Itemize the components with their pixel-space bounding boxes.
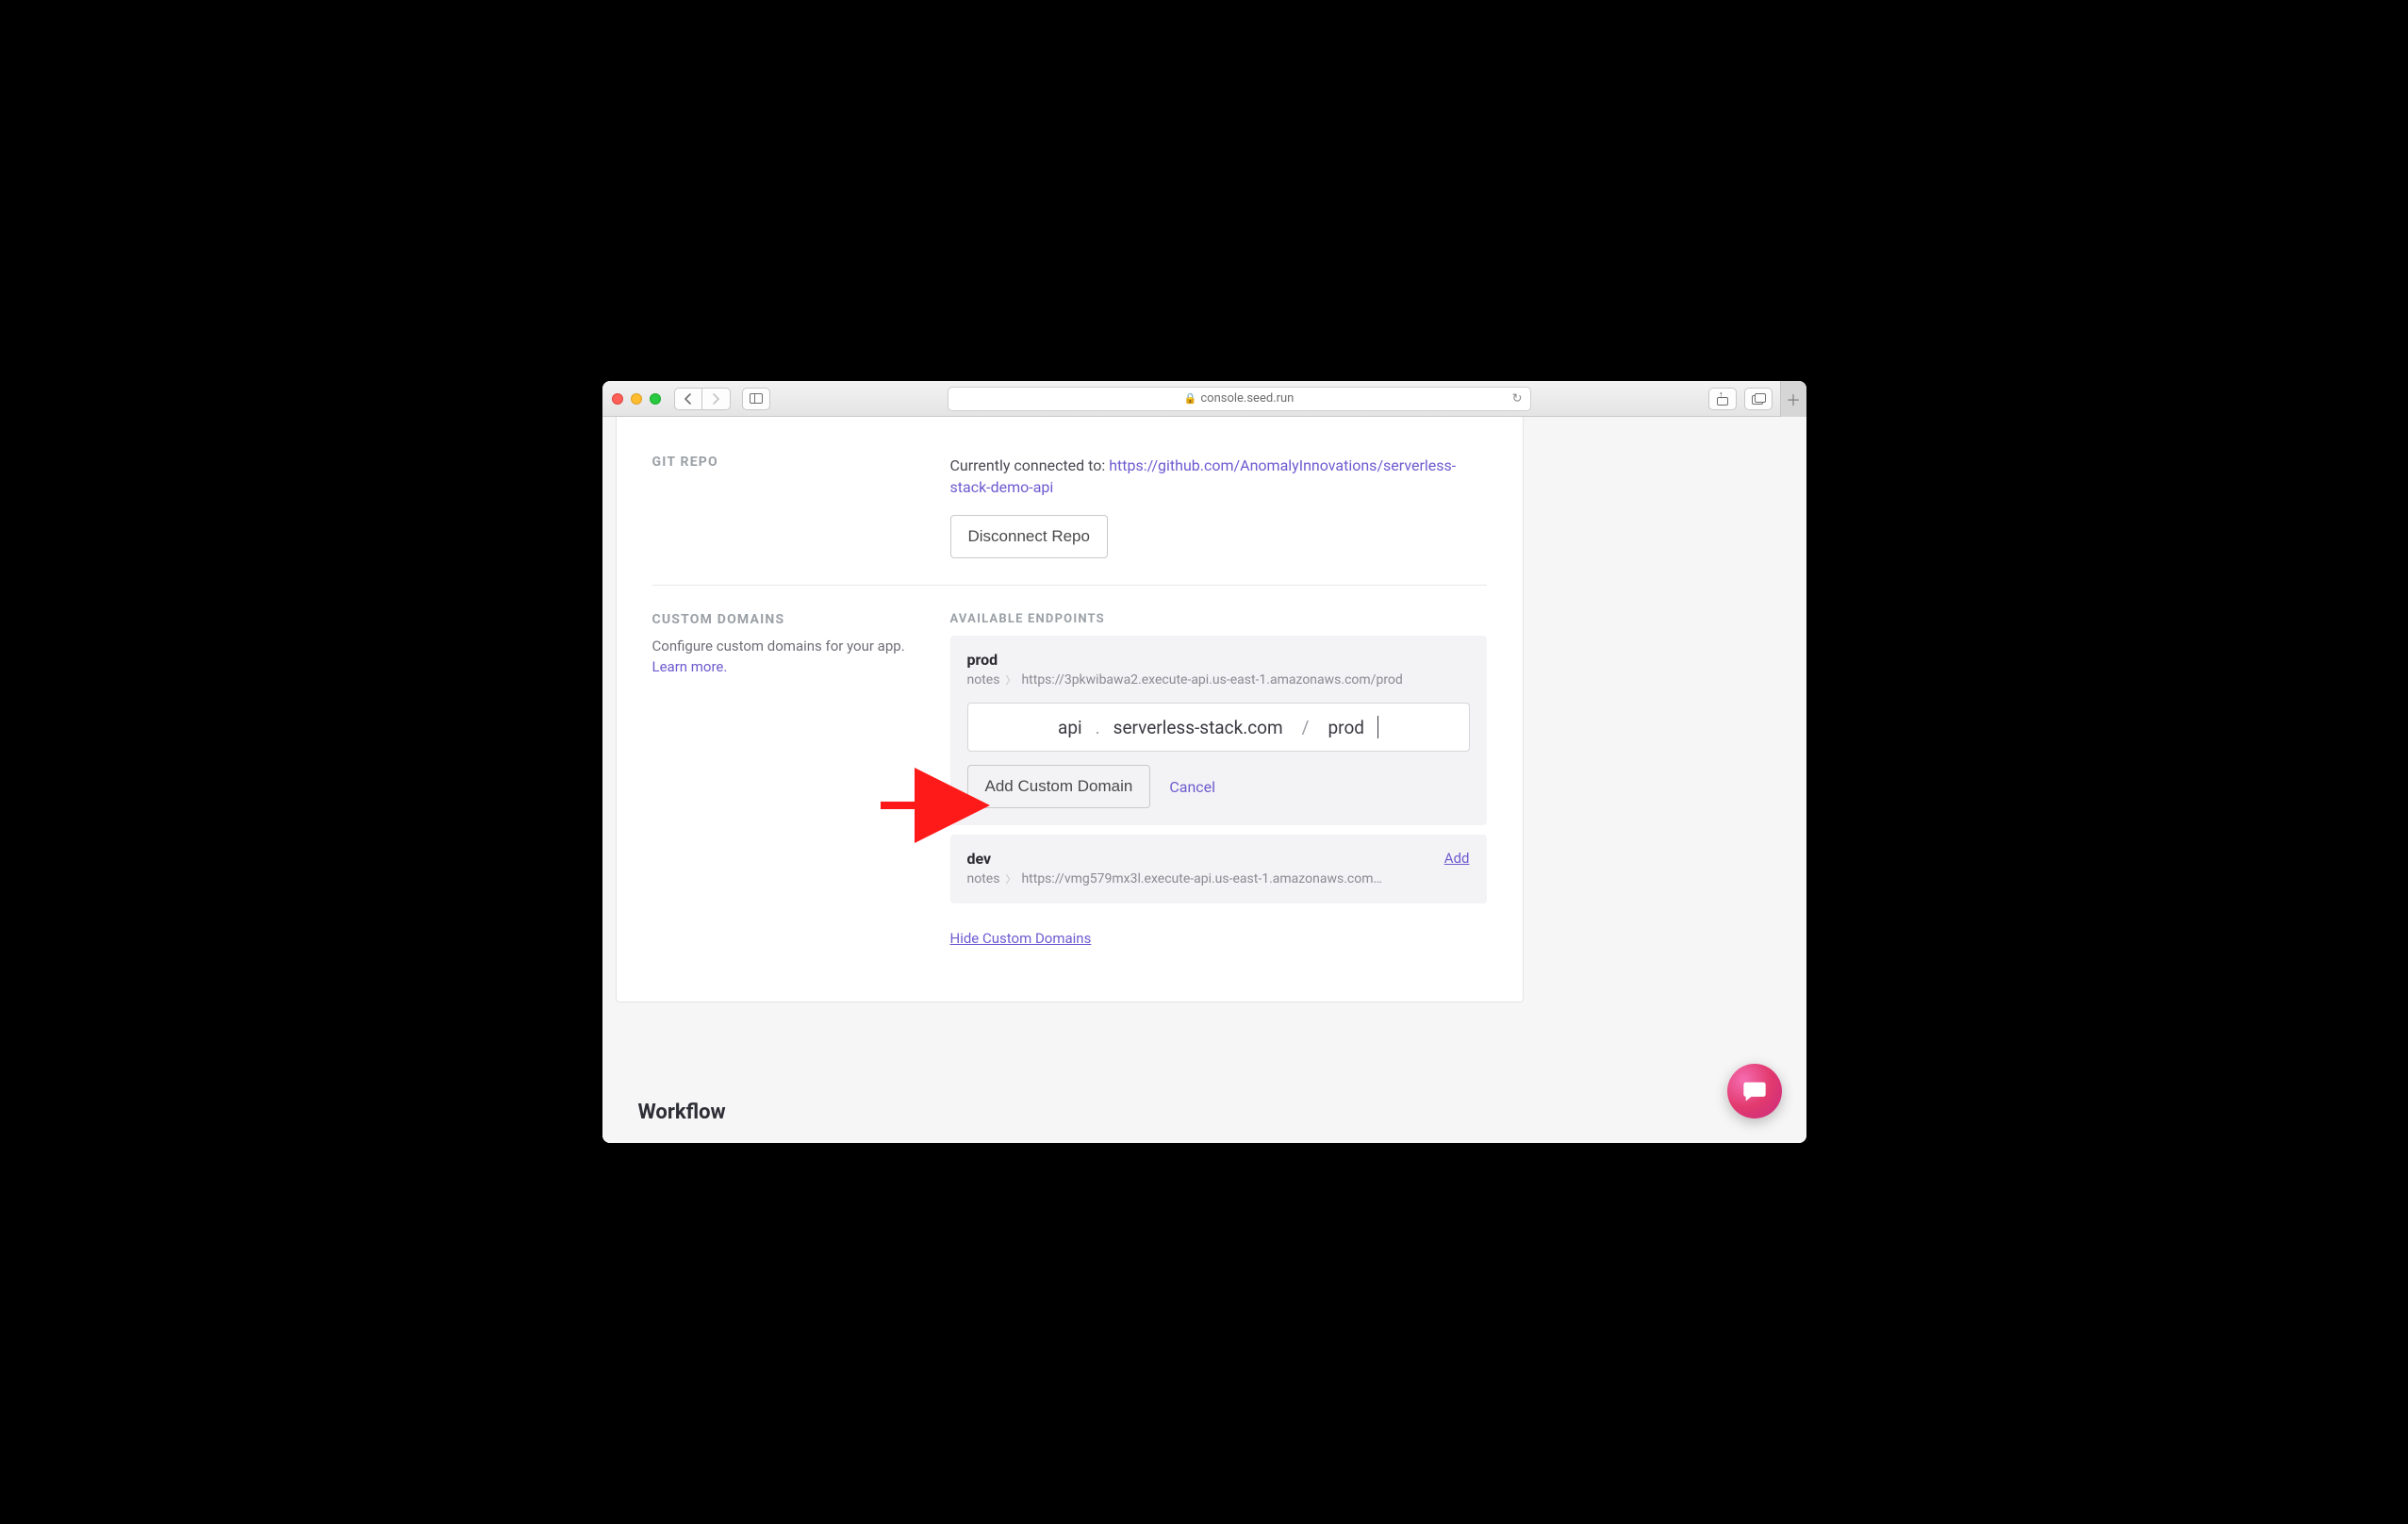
custom-domain-input[interactable]: api . serverless-stack.com / prod (967, 703, 1470, 752)
sidebar-icon (750, 393, 763, 404)
sidebar-toggle-button[interactable] (742, 388, 770, 410)
git-repo-section: GIT REPO Currently connected to: https:/… (652, 455, 1487, 585)
path-field[interactable]: prod (1328, 717, 1364, 738)
cancel-link[interactable]: Cancel (1169, 778, 1215, 796)
close-window-button[interactable] (612, 393, 623, 405)
endpoint-path: notes 〉 https://3pkwibawa2.execute-api.u… (967, 672, 1403, 687)
browser-toolbar: 🔒 console.seed.run ↻ ＋ (602, 381, 1806, 417)
forward-button[interactable] (702, 388, 731, 410)
chat-button[interactable] (1727, 1064, 1782, 1118)
text-cursor (1377, 716, 1378, 738)
disconnect-repo-button[interactable]: Disconnect Repo (950, 515, 1108, 558)
endpoint-url: https://3pkwibawa2.execute-api.us-east-1… (1021, 672, 1402, 687)
workflow-heading: Workflow (638, 1101, 726, 1124)
custom-domains-desc: Configure custom domains for your app. L… (652, 637, 916, 678)
add-domain-link[interactable]: Add (1444, 850, 1470, 867)
subdomain-field[interactable]: api (1058, 717, 1082, 738)
endpoint-name: dev (967, 850, 1382, 868)
address-bar[interactable]: 🔒 console.seed.run ↻ (948, 387, 1531, 411)
nav-buttons (674, 388, 731, 410)
page-body: GIT REPO Currently connected to: https:/… (602, 417, 1806, 1143)
minimize-window-button[interactable] (631, 393, 642, 405)
endpoint-prod: prod notes 〉 https://3pkwibawa2.execute-… (950, 636, 1487, 825)
url-text: console.seed.run (1200, 391, 1294, 406)
window-controls (612, 393, 661, 405)
endpoint-dev: dev notes 〉 https://vmg579mx3l.execute-a… (950, 835, 1487, 903)
hide-custom-domains-link[interactable]: Hide Custom Domains (950, 930, 1092, 947)
back-button[interactable] (674, 388, 702, 410)
domain-field[interactable]: serverless-stack.com (1113, 717, 1283, 738)
share-button[interactable] (1708, 388, 1737, 410)
zoom-window-button[interactable] (650, 393, 661, 405)
learn-more-link[interactable]: Learn more. (652, 658, 728, 675)
custom-domains-section: CUSTOM DOMAINS Configure custom domains … (652, 585, 1487, 973)
git-repo-heading: GIT REPO (652, 455, 916, 470)
endpoint-name: prod (967, 651, 1403, 669)
tabs-icon (1752, 393, 1765, 404)
share-icon (1717, 392, 1728, 406)
endpoint-path: notes 〉 https://vmg579mx3l.execute-api.u… (967, 871, 1382, 886)
show-tabs-button[interactable] (1744, 388, 1773, 410)
reload-icon[interactable]: ↻ (1512, 391, 1523, 406)
git-repo-connected: Currently connected to: https://github.c… (950, 455, 1487, 498)
slash-separator: / (1302, 717, 1310, 738)
safari-window: 🔒 console.seed.run ↻ ＋ GIT REPO (602, 381, 1806, 1143)
chevron-right-icon: 〉 (1005, 672, 1015, 687)
endpoint-url: https://vmg579mx3l.execute-api.us-east-1… (1021, 871, 1381, 886)
chat-icon (1741, 1078, 1768, 1104)
settings-card: GIT REPO Currently connected to: https:/… (616, 417, 1524, 1002)
new-tab-button[interactable]: ＋ (1780, 381, 1806, 417)
available-endpoints-heading: AVAILABLE ENDPOINTS (950, 612, 1487, 626)
chevron-right-icon: 〉 (1005, 871, 1015, 886)
endpoint-service: notes (967, 672, 1000, 687)
dot-separator: . (1096, 717, 1100, 738)
custom-domains-heading: CUSTOM DOMAINS (652, 612, 916, 627)
connected-label: Currently connected to: (950, 456, 1110, 474)
endpoint-service: notes (967, 871, 1000, 886)
add-custom-domain-button[interactable]: Add Custom Domain (967, 765, 1151, 808)
lock-icon: 🔒 (1184, 392, 1197, 405)
